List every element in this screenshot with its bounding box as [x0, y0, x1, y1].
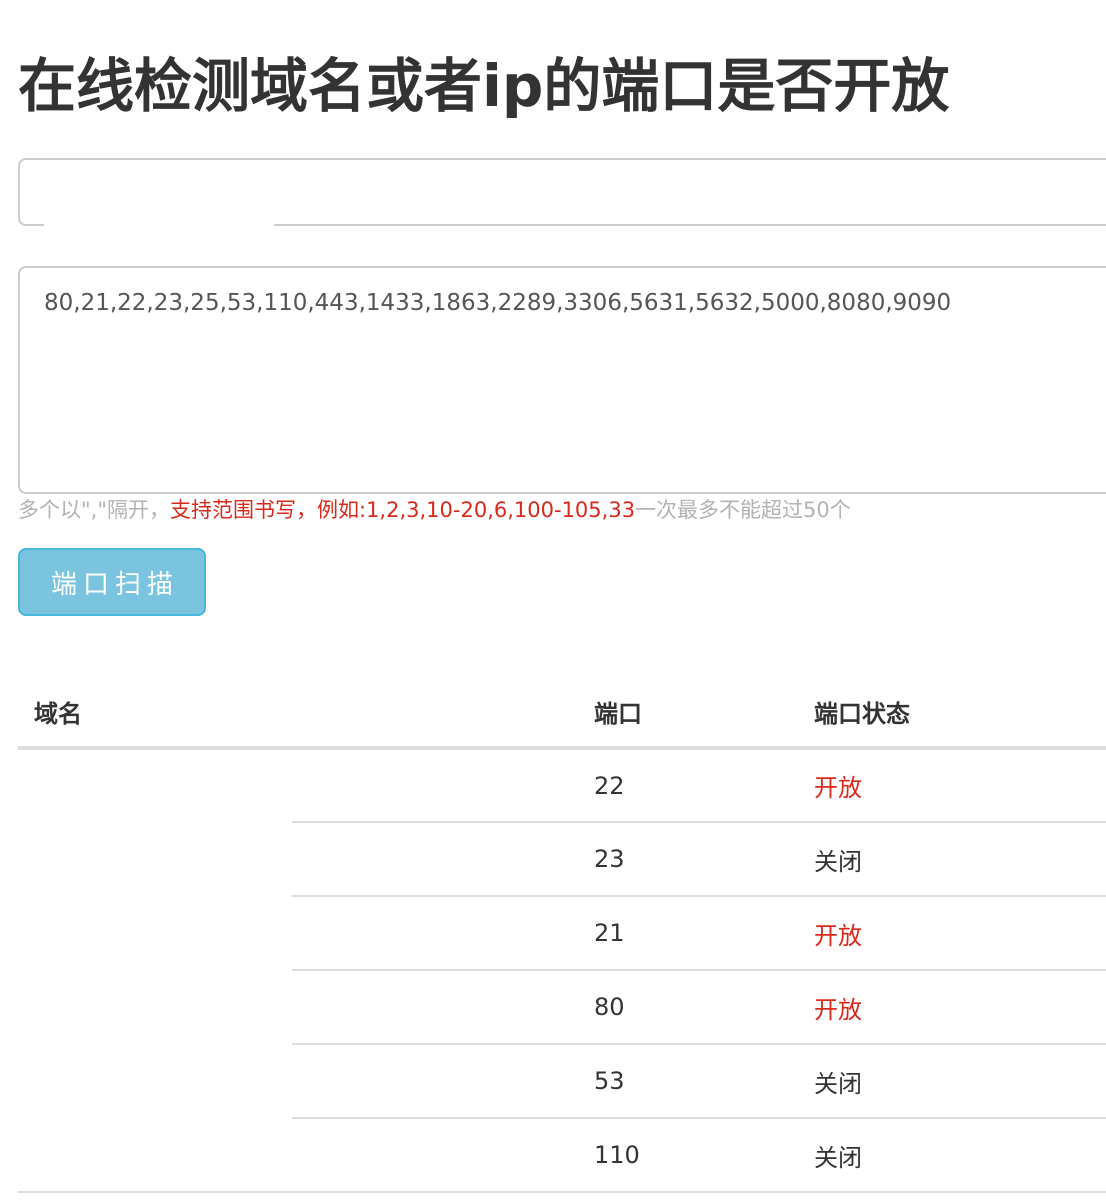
table-row: 22 开放	[18, 748, 1106, 1193]
status-open: 开放	[798, 896, 1106, 971]
domain-detail-cell	[292, 970, 578, 1045]
header-status: 端口状态	[798, 676, 1106, 750]
input-bottom-gap	[44, 222, 274, 228]
port-cell: 23	[578, 822, 798, 897]
domain-detail-cell	[292, 1044, 578, 1119]
page-title: 在线检测域名或者ip的端口是否开放	[18, 52, 950, 120]
port-scan-button[interactable]: 端口扫描	[18, 548, 206, 616]
header-port: 端口	[578, 676, 798, 750]
port-cell: 21	[578, 896, 798, 971]
host-input[interactable]	[18, 158, 1106, 226]
port-cell: 110	[578, 1118, 798, 1193]
status-open: 开放	[798, 748, 1106, 823]
table-header-row: 域名 端口 端口状态	[18, 676, 1106, 750]
domain-cell	[18, 748, 292, 1193]
port-cell: 53	[578, 1044, 798, 1119]
domain-detail-cell	[292, 896, 578, 971]
ports-help-text: 多个以","隔开，支持范围书写，例如:1,2,3,10-20,6,100-105…	[18, 494, 851, 526]
status-closed: 关闭	[798, 1044, 1106, 1119]
port-cell: 22	[578, 748, 798, 823]
port-cell: 80	[578, 970, 798, 1045]
results-body: 22 开放 23 关闭 21 开放 80 开放 53 关闭 110 关闭	[18, 748, 1106, 1193]
help-prefix: 多个以","隔开，	[18, 498, 170, 522]
status-closed: 关闭	[798, 822, 1106, 897]
domain-detail-cell	[292, 748, 578, 823]
status-closed: 关闭	[798, 1118, 1106, 1193]
domain-detail-cell	[292, 822, 578, 897]
help-limit: 一次最多不能超过50个	[635, 498, 851, 522]
domain-detail-cell	[292, 1118, 578, 1193]
help-range-hint: 支持范围书写，例如:1,2,3,10-20,6,100-105,33	[170, 498, 636, 522]
status-open: 开放	[798, 970, 1106, 1045]
ports-textarea[interactable]: 80,21,22,23,25,53,110,443,1433,1863,2289…	[18, 266, 1106, 494]
results-table: 域名 端口 端口状态 22 开放 23 关闭 21 开放 80 开放 53 关闭 110 关闭	[18, 676, 1106, 1193]
header-domain: 域名	[18, 676, 578, 750]
